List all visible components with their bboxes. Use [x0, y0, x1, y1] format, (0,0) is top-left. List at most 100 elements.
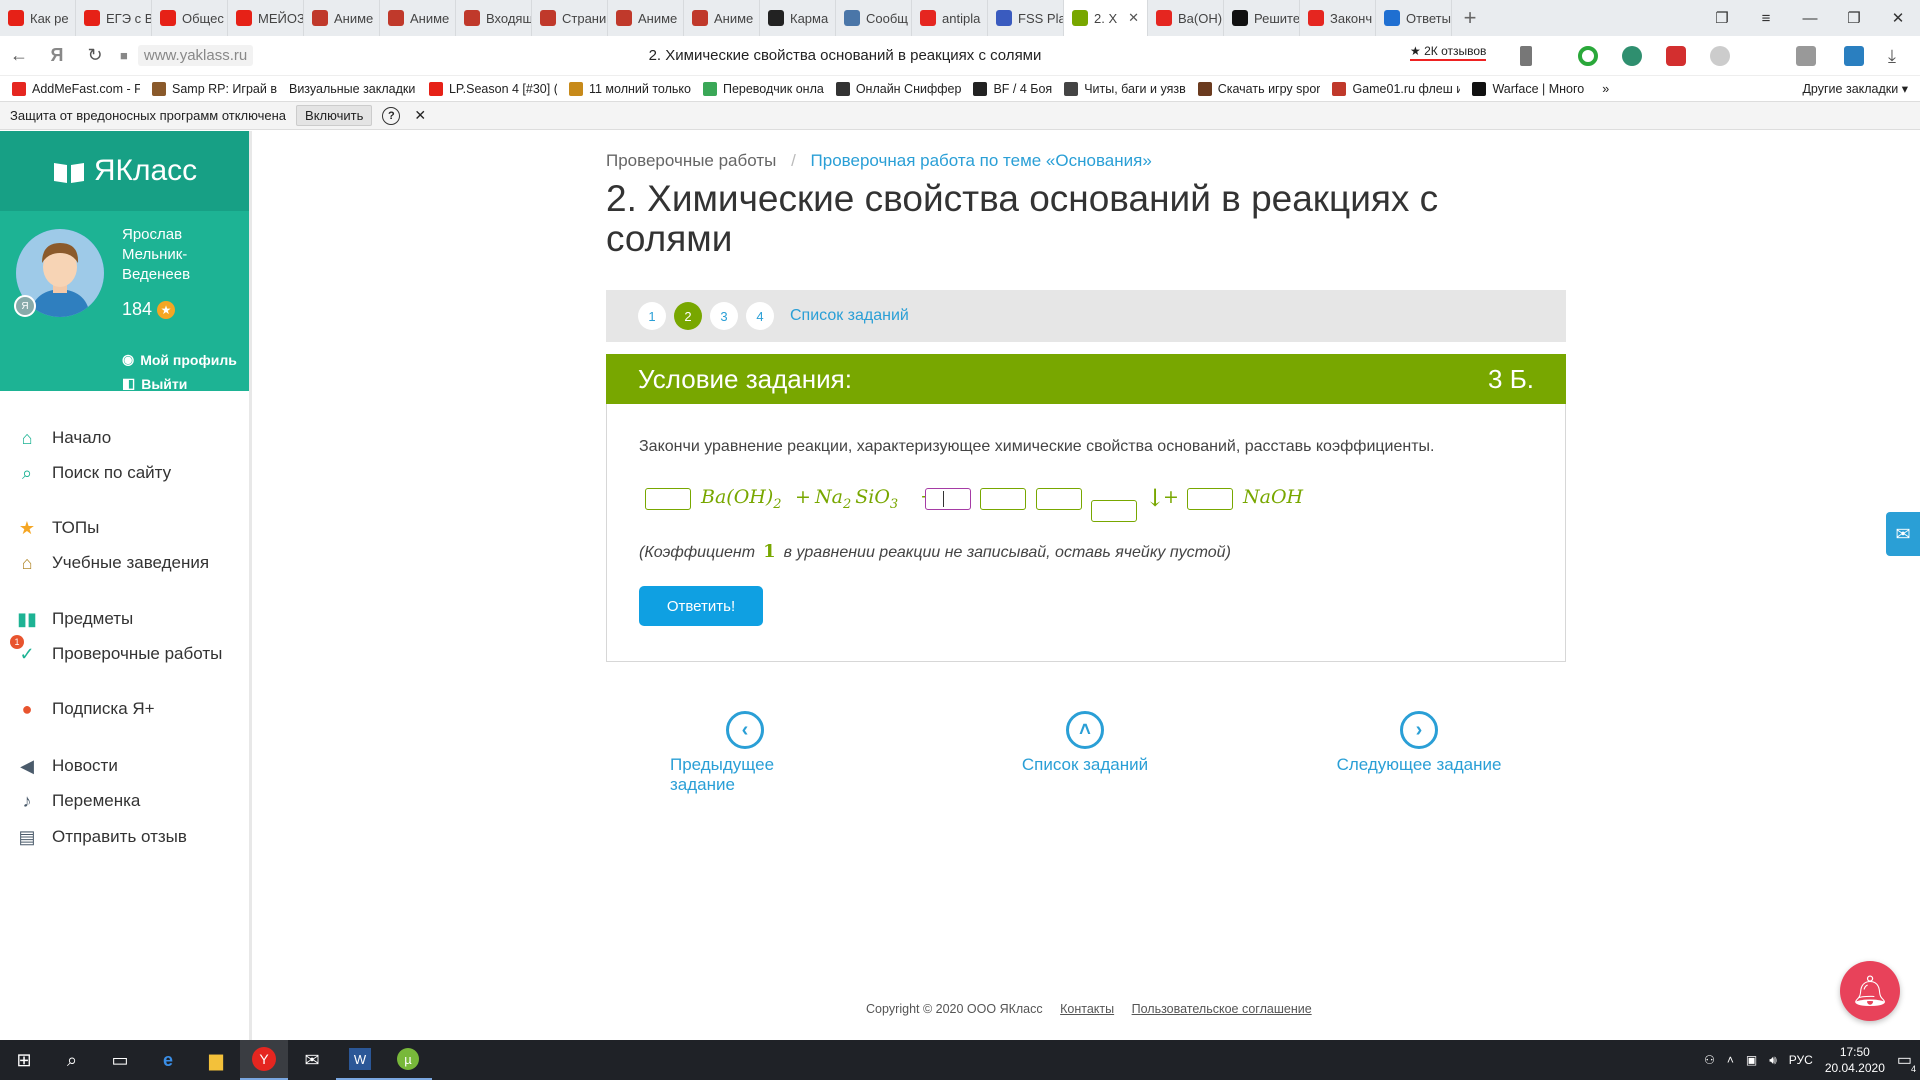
bookmark-item[interactable]: Визуальные закладки ▾: [289, 81, 417, 96]
browser-tab[interactable]: Ответы: [1376, 0, 1452, 36]
browser-tab[interactable]: Ba(OH): [1148, 0, 1224, 36]
other-bookmarks[interactable]: Другие закладки ▾: [1802, 81, 1908, 96]
browser-tab[interactable]: Страни: [532, 0, 608, 36]
tab-manager-icon[interactable]: ❐: [1700, 9, 1744, 27]
yandex-logo-icon[interactable]: Я: [38, 45, 76, 66]
next-task-link[interactable]: › Следующее задание: [1334, 711, 1504, 775]
notification-bell-icon[interactable]: 🔔︎: [1840, 961, 1900, 1021]
sidebar-item[interactable]: ⌂ Учебные заведения: [16, 552, 210, 574]
bookmark-flag-icon[interactable]: [1520, 46, 1532, 66]
browser-tab[interactable]: Законч: [1300, 0, 1376, 36]
user-name[interactable]: Ярослав Мельник-Веденеев: [122, 225, 242, 285]
browser-tab[interactable]: Сообщ: [836, 0, 912, 36]
formula-input-1[interactable]: [980, 488, 1026, 510]
bookmark-item[interactable]: BF / 4 Боя: [973, 81, 1052, 96]
word-icon[interactable]: W: [336, 1040, 384, 1080]
tray-chevron-icon[interactable]: ˄: [1727, 1053, 1734, 1067]
breadcrumb-tests[interactable]: Проверочные работы: [606, 151, 776, 170]
task-number-button[interactable]: 2: [674, 302, 702, 330]
download-arrow-icon[interactable]: ⤓: [1888, 46, 1908, 66]
sidebar-item[interactable]: ● Подписка Я+: [16, 698, 155, 720]
browser-tab[interactable]: Карма: [760, 0, 836, 36]
yaklass-logo[interactable]: ЯКласс: [0, 131, 249, 211]
menu-icon[interactable]: ≡: [1744, 10, 1788, 27]
more-bookmarks-icon[interactable]: »: [1602, 82, 1609, 96]
restore-icon[interactable]: ❐: [1832, 9, 1876, 27]
task-number-button[interactable]: 4: [746, 302, 774, 330]
enable-protection-button[interactable]: Включить: [296, 105, 373, 126]
utorrent-icon[interactable]: µ: [384, 1040, 432, 1080]
task-number-button[interactable]: 3: [710, 302, 738, 330]
formula-input-2[interactable]: [1091, 500, 1137, 522]
bookmark-item[interactable]: 11 молний только: [568, 81, 691, 96]
bookmark-item[interactable]: Samp RP: Играй в: [152, 81, 277, 96]
breadcrumb-test-bases[interactable]: Проверочная работа по теме «Основания»: [811, 151, 1152, 170]
minimize-icon[interactable]: —: [1788, 10, 1832, 27]
extension-adblock-icon[interactable]: [1666, 46, 1686, 66]
extension-green-icon[interactable]: [1578, 46, 1598, 66]
coef-input-2[interactable]: [925, 488, 971, 510]
sidebar-item[interactable]: ⌕ Поиск по сайту: [16, 462, 171, 484]
search-taskbar-icon[interactable]: ⌕: [48, 1040, 96, 1080]
browser-tab[interactable]: Общес: [152, 0, 228, 36]
task-list-link[interactable]: Список заданий: [790, 307, 909, 325]
task-number-button[interactable]: 1: [638, 302, 666, 330]
bookmark-item[interactable]: Читы, баги и уязв: [1064, 81, 1186, 96]
coef-input-4[interactable]: [1187, 488, 1233, 510]
coef-input-1[interactable]: [645, 488, 691, 510]
language-indicator[interactable]: РУС: [1789, 1053, 1813, 1067]
extension-recycle-icon[interactable]: [1622, 46, 1642, 66]
yandex-browser-icon[interactable]: Y: [240, 1040, 288, 1080]
prev-task-link[interactable]: ‹ Предыдущее задание: [670, 711, 820, 795]
downloads-icon[interactable]: [1844, 46, 1864, 66]
bookmark-item[interactable]: AddMeFast.com - F: [12, 81, 140, 96]
browser-tab[interactable]: Аниме: [304, 0, 380, 36]
close-window-icon[interactable]: ✕: [1876, 9, 1920, 27]
windows-start-icon[interactable]: ⊞: [0, 1040, 48, 1080]
bookmark-item[interactable]: Game01.ru флеш и: [1332, 81, 1460, 96]
browser-tab[interactable]: Аниме: [684, 0, 760, 36]
agreement-link[interactable]: Пользовательское соглашение: [1132, 1002, 1312, 1016]
person-icon[interactable]: ⚇: [1704, 1053, 1715, 1067]
help-icon[interactable]: ?: [382, 106, 401, 125]
back-icon[interactable]: ←: [0, 45, 38, 66]
explorer-icon[interactable]: ▆: [192, 1040, 240, 1080]
sidebar-item[interactable]: ◀ Новости: [16, 755, 118, 777]
reload-icon[interactable]: ↻: [76, 45, 114, 66]
contacts-link[interactable]: Контакты: [1060, 1002, 1114, 1016]
browser-tab[interactable]: Решите: [1224, 0, 1300, 36]
new-tab-icon[interactable]: +: [1452, 5, 1488, 31]
browser-tab[interactable]: Аниме: [608, 0, 684, 36]
coef-input-3[interactable]: [1036, 488, 1082, 510]
my-profile-link[interactable]: ◉ Мой профиль: [122, 351, 237, 368]
sidebar-item[interactable]: ⌂ Начало: [16, 427, 112, 449]
browser-tab[interactable]: antipla: [912, 0, 988, 36]
collections-icon[interactable]: [1796, 46, 1816, 66]
edge-icon[interactable]: e: [144, 1040, 192, 1080]
browser-tab[interactable]: ЕГЭ с В: [76, 0, 152, 36]
url-field[interactable]: www.yaklass.ru: [137, 45, 254, 66]
close-tab-icon[interactable]: ✕: [1128, 10, 1139, 26]
task-list-bottom-link[interactable]: ˄ Список заданий: [1020, 711, 1150, 775]
mail-feedback-icon[interactable]: ✉: [1886, 512, 1920, 556]
browser-tab[interactable]: Как ре: [0, 0, 76, 36]
volume-icon[interactable]: 🔊︎: [1769, 1053, 1777, 1068]
clock[interactable]: 17:50 20.04.2020: [1825, 1044, 1885, 1076]
reviews-badge[interactable]: ★ 2К отзывов: [1410, 44, 1487, 61]
sidebar-item[interactable]: ✓ 1 Проверочные работы: [10, 635, 222, 665]
sidebar-item[interactable]: ★ ТОПы: [16, 517, 99, 539]
browser-tab[interactable]: FSS Pla: [988, 0, 1064, 36]
sidebar-item[interactable]: ♪ Переменка: [16, 790, 141, 812]
sidebar-item[interactable]: ▮▮ Предметы: [16, 608, 133, 630]
close-infobar-icon[interactable]: ✕: [414, 107, 426, 124]
task-view-icon[interactable]: ▭: [96, 1040, 144, 1080]
bookmark-item[interactable]: Скачать игру spor: [1197, 81, 1320, 96]
browser-tab[interactable]: Входящ: [456, 0, 532, 36]
logout-link[interactable]: ◧ Выйти: [122, 375, 187, 392]
action-center-icon[interactable]: ▭ 4: [1897, 1050, 1916, 1074]
network-icon[interactable]: ▣: [1746, 1053, 1757, 1067]
browser-tab[interactable]: 2. Х ✕: [1064, 0, 1148, 36]
browser-tab[interactable]: Аниме: [380, 0, 456, 36]
bookmark-item[interactable]: Переводчик онла: [702, 81, 824, 96]
bookmark-item[interactable]: Warface | Много: [1472, 81, 1584, 96]
